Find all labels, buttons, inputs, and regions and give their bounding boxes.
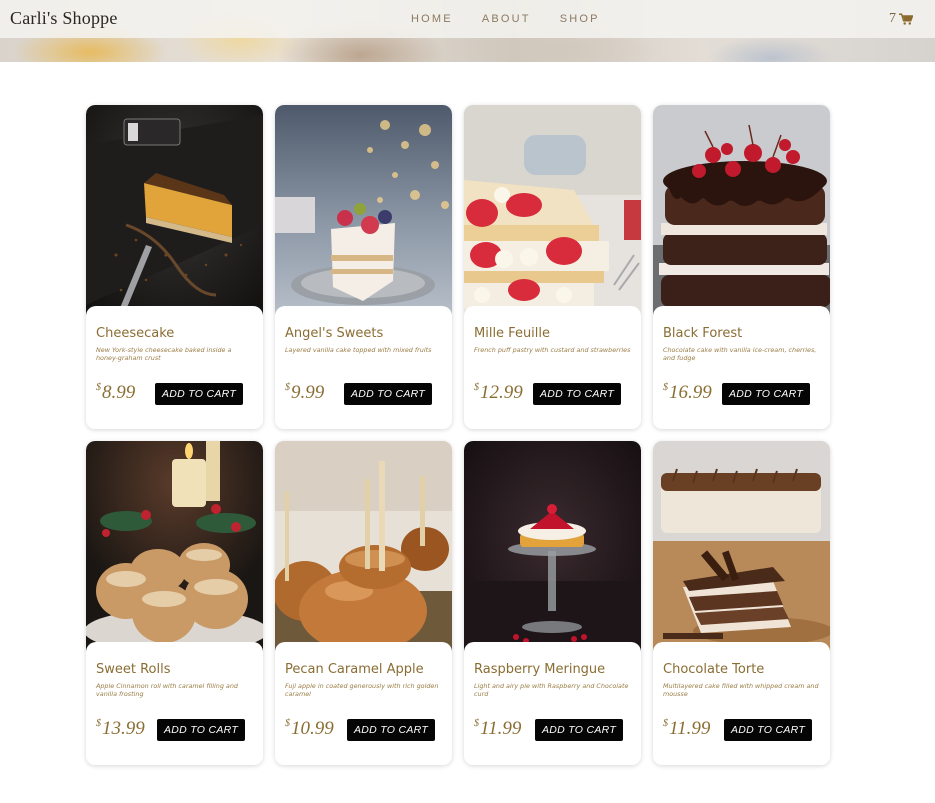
product-image-mille-feuille <box>464 105 641 317</box>
nav-shop[interactable]: SHOP <box>560 13 600 25</box>
add-to-cart-button[interactable]: ADD TO CART <box>347 719 435 741</box>
product-price: $10.99 <box>285 718 334 740</box>
main-nav: HOME ABOUT SHOP <box>411 13 629 25</box>
product-image-angels-sweets <box>275 105 452 317</box>
cart-button[interactable]: 7 <box>889 11 913 27</box>
product-description: Chocolate cake with vanilla ice-cream, c… <box>663 346 817 362</box>
product-price: $9.99 <box>285 382 324 404</box>
product-price: $12.99 <box>474 382 523 404</box>
product-details: Sweet Rolls Apple Cinnamon roll with car… <box>86 642 263 765</box>
cart-count: 7 <box>889 11 896 26</box>
add-to-cart-button[interactable]: ADD TO CART <box>157 719 245 741</box>
shopping-cart-icon <box>899 13 913 25</box>
add-to-cart-button[interactable]: ADD TO CART <box>724 719 812 741</box>
product-card-pecan-caramel-apple: Pecan Caramel Apple Fuji apple in coated… <box>275 441 452 765</box>
add-to-cart-button[interactable]: ADD TO CART <box>344 383 432 405</box>
product-image-cheesecake <box>86 105 263 317</box>
product-description: Multilayered cake filled with whipped cr… <box>663 682 819 698</box>
price-value: 8.99 <box>102 382 136 403</box>
product-card-black-forest: Black Forest Chocolate cake with vanilla… <box>653 105 830 429</box>
product-card-mille-feuille: Mille Feuille French puff pastry with cu… <box>464 105 641 429</box>
product-description: French puff pastry with custard and stra… <box>474 346 631 354</box>
product-card-cheesecake: Cheesecake New York-style cheesecake bak… <box>86 105 263 429</box>
product-title[interactable]: Sweet Rolls <box>96 662 171 677</box>
price-value: 10.99 <box>291 718 334 739</box>
product-image-chocolate-torte <box>653 441 830 653</box>
price-value: 11.99 <box>480 718 522 739</box>
product-description: Apple Cinnamon roll with caramel filling… <box>96 682 238 698</box>
product-description: Layered vanilla cake topped with mixed f… <box>285 346 432 354</box>
product-image-black-forest <box>653 105 830 317</box>
product-grid: Cheesecake New York-style cheesecake bak… <box>86 105 830 765</box>
product-price: $16.99 <box>663 382 712 404</box>
product-card-sweet-rolls: Sweet Rolls Apple Cinnamon roll with car… <box>86 441 263 765</box>
currency-symbol: $ <box>96 382 101 393</box>
product-title[interactable]: Raspberry Meringue <box>474 662 605 677</box>
product-description: New York-style cheesecake baked inside a… <box>96 346 232 362</box>
add-to-cart-button[interactable]: ADD TO CART <box>722 383 810 405</box>
brand-logo[interactable]: Carli's Shoppe <box>10 8 118 29</box>
product-description: Light and airy pie with Raspberry and Ch… <box>474 682 629 698</box>
add-to-cart-button[interactable]: ADD TO CART <box>533 383 621 405</box>
price-value: 11.99 <box>669 718 711 739</box>
product-details: Cheesecake New York-style cheesecake bak… <box>86 306 263 429</box>
product-title[interactable]: Angel's Sweets <box>285 326 383 341</box>
product-details: Black Forest Chocolate cake with vanilla… <box>653 306 830 429</box>
product-title[interactable]: Cheesecake <box>96 326 174 341</box>
product-image-raspberry-meringue <box>464 441 641 653</box>
product-card-chocolate-torte: Chocolate Torte Multilayered cake filled… <box>653 441 830 765</box>
product-image-sweet-rolls <box>86 441 263 653</box>
product-title[interactable]: Mille Feuille <box>474 326 550 341</box>
product-title[interactable]: Black Forest <box>663 326 742 341</box>
currency-symbol: $ <box>474 718 479 729</box>
price-value: 9.99 <box>291 382 325 403</box>
product-details: Mille Feuille French puff pastry with cu… <box>464 306 641 429</box>
product-card-angels-sweets: Angel's Sweets Layered vanilla cake topp… <box>275 105 452 429</box>
product-title[interactable]: Chocolate Torte <box>663 662 764 677</box>
product-details: Pecan Caramel Apple Fuji apple in coated… <box>275 642 452 765</box>
price-value: 12.99 <box>480 382 523 403</box>
product-details: Raspberry Meringue Light and airy pie wi… <box>464 642 641 765</box>
currency-symbol: $ <box>663 382 668 393</box>
product-details: Angel's Sweets Layered vanilla cake topp… <box>275 306 452 429</box>
nav-about[interactable]: ABOUT <box>482 13 531 25</box>
top-navbar: Carli's Shoppe HOME ABOUT SHOP 7 <box>0 0 935 38</box>
add-to-cart-button[interactable]: ADD TO CART <box>155 383 243 405</box>
currency-symbol: $ <box>474 382 479 393</box>
currency-symbol: $ <box>285 718 290 729</box>
product-price: $11.99 <box>663 718 710 740</box>
price-value: 13.99 <box>102 718 145 739</box>
currency-symbol: $ <box>96 718 101 729</box>
product-price: $11.99 <box>474 718 521 740</box>
add-to-cart-button[interactable]: ADD TO CART <box>535 719 623 741</box>
product-image-pecan-caramel-apple <box>275 441 452 653</box>
product-description: Fuji apple in coated generously with ric… <box>285 682 439 698</box>
product-price: $8.99 <box>96 382 135 404</box>
nav-home[interactable]: HOME <box>411 13 453 25</box>
currency-symbol: $ <box>285 382 290 393</box>
price-value: 16.99 <box>669 382 712 403</box>
currency-symbol: $ <box>663 718 668 729</box>
product-price: $13.99 <box>96 718 145 740</box>
product-card-raspberry-meringue: Raspberry Meringue Light and airy pie wi… <box>464 441 641 765</box>
product-title[interactable]: Pecan Caramel Apple <box>285 662 424 677</box>
product-details: Chocolate Torte Multilayered cake filled… <box>653 642 830 765</box>
